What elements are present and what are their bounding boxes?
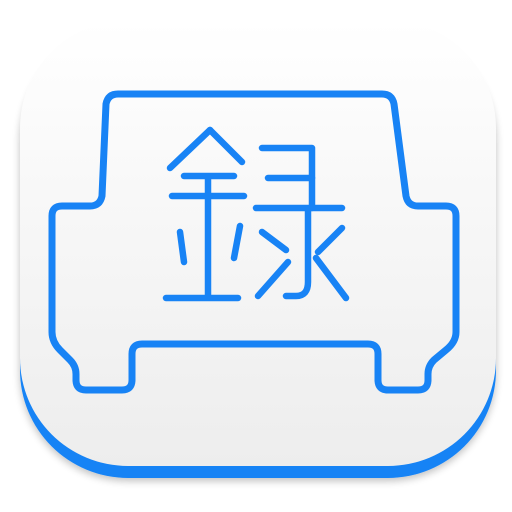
tile-face — [20, 20, 496, 466]
app-icon[interactable] — [0, 0, 512, 512]
app-icon-stage — [0, 0, 512, 512]
